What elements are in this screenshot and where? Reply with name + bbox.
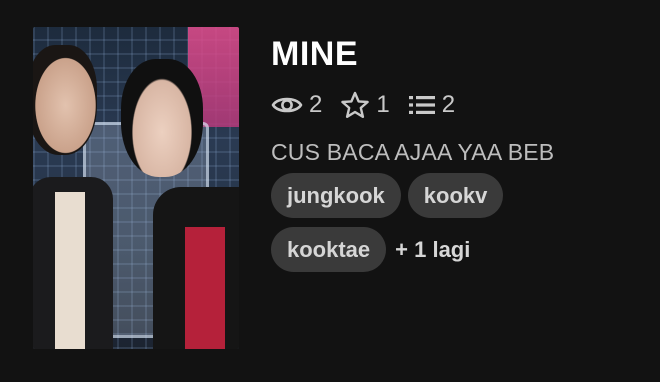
tag-chip[interactable]: kooktae xyxy=(271,227,387,272)
cover-person-right-head xyxy=(121,59,203,177)
eye-icon xyxy=(271,97,303,113)
story-stats: 2 1 2 xyxy=(271,90,473,120)
story-description: CUS BACA AJAA YAA BEB xyxy=(271,139,555,165)
views-count: 2 xyxy=(309,91,323,118)
cover-image[interactable] xyxy=(33,27,239,349)
star-icon xyxy=(341,91,370,118)
cover-person-right-shirt xyxy=(185,227,225,349)
votes-stat: 1 xyxy=(340,91,390,119)
cover-person-left-head xyxy=(33,45,97,155)
views-stat: 2 xyxy=(271,91,322,119)
votes-count: 1 xyxy=(376,91,390,118)
tag-row-1: jungkook kookv xyxy=(271,173,651,218)
story-card[interactable]: MINE 2 1 2 CUS BACA AJAA YAA BEB jungkoo… xyxy=(0,0,660,382)
tag-row-2: kooktae + 1 lagi xyxy=(271,227,651,272)
parts-count: 2 xyxy=(441,91,456,118)
parts-stat: 2 xyxy=(408,91,455,119)
story-title[interactable]: MINE xyxy=(271,34,358,74)
tag-list: jungkook kookv kooktae + 1 lagi xyxy=(271,173,651,281)
tag-chip[interactable]: kookv xyxy=(407,173,504,218)
list-icon xyxy=(408,96,435,114)
more-tags-link[interactable]: + 1 lagi xyxy=(395,237,470,263)
cover-person-left-shirt xyxy=(55,192,85,349)
tag-chip[interactable]: jungkook xyxy=(271,173,401,218)
